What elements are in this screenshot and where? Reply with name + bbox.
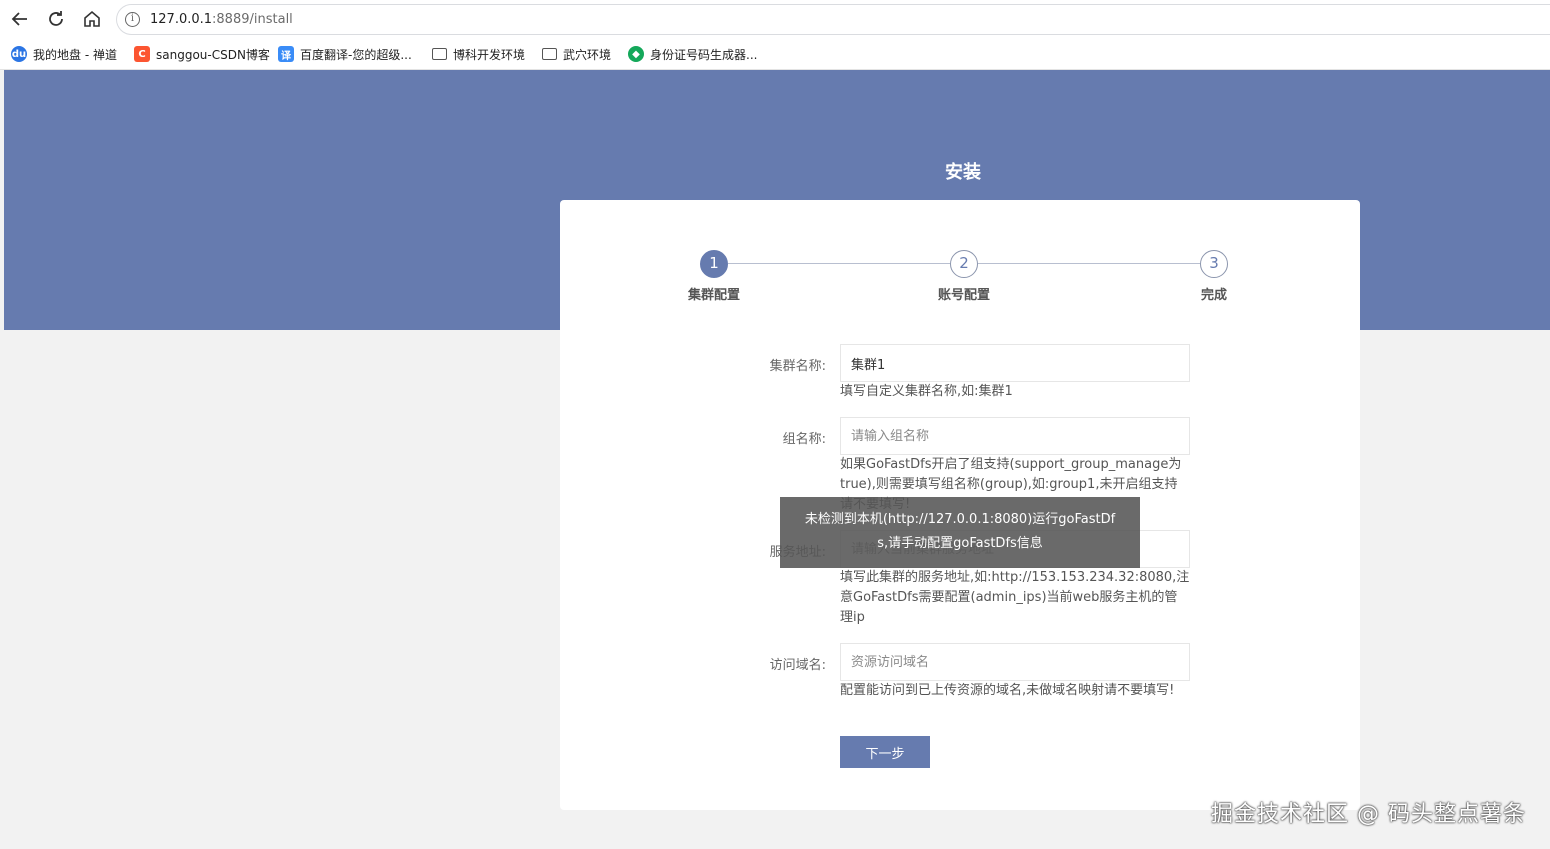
- cluster-name-help: 填写自定义集群名称,如:集群1: [840, 384, 1013, 399]
- group-name-input[interactable]: [840, 417, 1190, 455]
- bookmark-folder-wuxue[interactable]: 武穴环境: [542, 45, 611, 63]
- step-1-label: 集群配置: [687, 288, 740, 303]
- browser-toolbar: i 127.0.0.1:8889/install: [0, 0, 1550, 38]
- home-button[interactable]: [79, 6, 105, 32]
- bookmark-folder-boke[interactable]: 博科开发环境: [432, 45, 525, 63]
- csdn-icon: C: [134, 46, 150, 62]
- green-icon: ◆: [628, 46, 644, 62]
- step-3-label: 完成: [1200, 288, 1227, 303]
- translate-icon: 译: [278, 46, 294, 62]
- toast-message: 未检测到本机(http://127.0.0.1:8080)运行goFastDfs…: [780, 497, 1140, 568]
- page-content: 安装 1 集群配置 2 账号配置 3 完成 集群名称: 填写自定义集群名称,如:…: [4, 70, 1550, 849]
- bookmarks-bar: du 我的地盘 - 禅道 C sanggou-CSDN博客 译 百度翻译-您的超…: [0, 38, 1550, 70]
- bookmark-label: 百度翻译-您的超级...: [300, 47, 412, 62]
- cluster-name-input[interactable]: [840, 344, 1190, 382]
- address-bar[interactable]: i 127.0.0.1:8889/install: [116, 4, 1550, 35]
- group-name-label: 组名称:: [782, 432, 826, 447]
- step-2-circle: 2: [950, 250, 978, 278]
- bookmark-label: 武穴环境: [563, 47, 612, 62]
- bookmark-baidu-translate[interactable]: 译 百度翻译-您的超级...: [278, 45, 412, 63]
- step-1-circle: 1: [700, 250, 728, 278]
- bookmark-label: 博科开发环境: [453, 47, 526, 62]
- next-step-button[interactable]: 下一步: [840, 736, 930, 768]
- folder-icon: [432, 48, 447, 60]
- folder-icon: [542, 48, 557, 60]
- service-address-help: 填写此集群的服务地址,如:http://153.153.234.32:8080,…: [840, 570, 1190, 625]
- step-connector: [728, 263, 950, 264]
- bookmark-label: 身份证号码生成器...: [650, 47, 758, 62]
- domain-help: 配置能访问到已上传资源的域名,未做域名映射请不要填写!: [840, 683, 1175, 698]
- step-progress: 1 集群配置 2 账号配置 3 完成: [560, 200, 1360, 320]
- page-title: 安装: [945, 162, 981, 183]
- step-3-circle: 3: [1200, 250, 1228, 278]
- bookmark-idcard[interactable]: ◆ 身份证号码生成器...: [628, 45, 757, 63]
- step-2-label: 账号配置: [937, 288, 990, 303]
- reload-button[interactable]: [43, 6, 69, 32]
- domain-input[interactable]: [840, 643, 1190, 681]
- address-url: 127.0.0.1:8889/install: [150, 12, 293, 27]
- url-path: :8889/install: [212, 12, 293, 27]
- domain-label: 访问域名:: [769, 658, 826, 673]
- url-host: 127.0.0.1: [150, 12, 213, 27]
- home-icon: [84, 10, 100, 27]
- bookmark-label: 我的地盘 - 禅道: [33, 47, 117, 62]
- watermark-text: 掘金技术社区 @ 码头整点薯条: [1211, 802, 1526, 827]
- bookmark-zentao[interactable]: du 我的地盘 - 禅道: [11, 45, 117, 63]
- back-button[interactable]: [7, 6, 33, 32]
- back-arrow-icon: [11, 12, 27, 26]
- bookmark-csdn[interactable]: C sanggou-CSDN博客: [134, 45, 270, 63]
- cluster-name-label: 集群名称:: [769, 359, 826, 374]
- bookmark-label: sanggou-CSDN博客: [156, 47, 270, 62]
- reload-icon: [49, 11, 63, 26]
- site-info-icon[interactable]: i: [125, 12, 140, 27]
- step-connector: [978, 263, 1200, 264]
- baidu-icon: du: [11, 46, 27, 62]
